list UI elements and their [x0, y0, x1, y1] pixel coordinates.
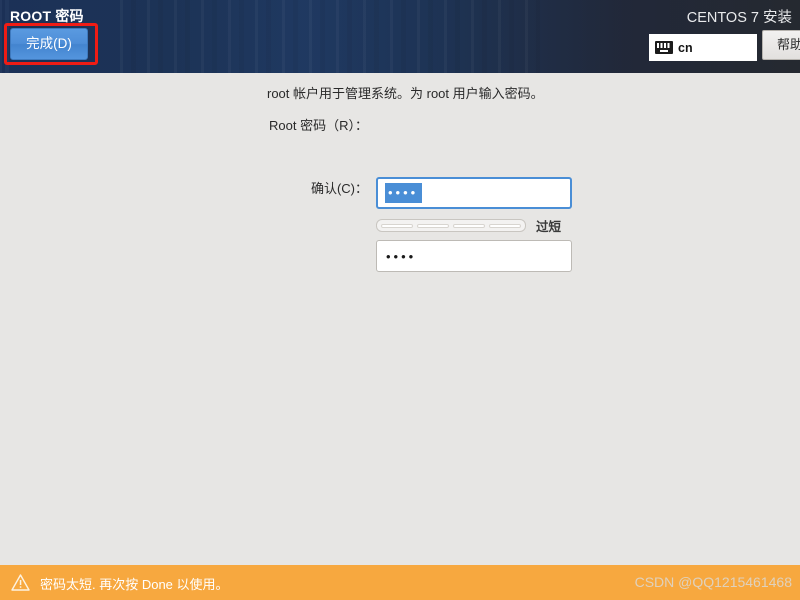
- description-text: root 帐户用于管理系统。为 root 用户输入密码。: [267, 86, 544, 101]
- root-password-input[interactable]: ••••: [376, 177, 572, 209]
- header-texture: [120, 0, 540, 73]
- warning-triangle-icon: [11, 574, 30, 591]
- confirm-password-label: 确认(C)：: [310, 181, 368, 196]
- keyboard-layout-label: cn: [678, 40, 693, 55]
- password-strength-label: 过短: [536, 220, 562, 234]
- main-content: root 帐户用于管理系统。为 root 用户输入密码。 Root 密码（R）：…: [0, 73, 800, 565]
- watermark: CSDN @QQ1215461468: [634, 574, 792, 590]
- help-button[interactable]: 帮助: [762, 30, 800, 60]
- product-title: CENTOS 7 安装: [686, 10, 792, 26]
- warning-bar: 密码太短. 再次按 Done 以使用。 CSDN @QQ1215461468: [0, 565, 800, 600]
- installer-header: ROOT 密码 完成(D) CENTOS 7 安装 cn 帮助: [0, 0, 800, 73]
- confirm-password-value: ••••: [386, 248, 417, 264]
- strength-segment: [489, 223, 521, 228]
- root-password-label: Root 密码（R）：: [269, 118, 368, 133]
- done-button[interactable]: 完成(D): [10, 28, 88, 60]
- strength-segment: [417, 223, 449, 228]
- strength-segment: [381, 223, 413, 228]
- keyboard-icon: [655, 41, 673, 54]
- confirm-password-input[interactable]: ••••: [376, 240, 572, 272]
- strength-segment: [453, 223, 485, 228]
- password-strength-meter: [376, 219, 526, 232]
- warning-message: 密码太短. 再次按 Done 以使用。: [40, 577, 229, 592]
- root-password-value: ••••: [385, 183, 423, 203]
- keyboard-layout-indicator[interactable]: cn: [649, 34, 757, 61]
